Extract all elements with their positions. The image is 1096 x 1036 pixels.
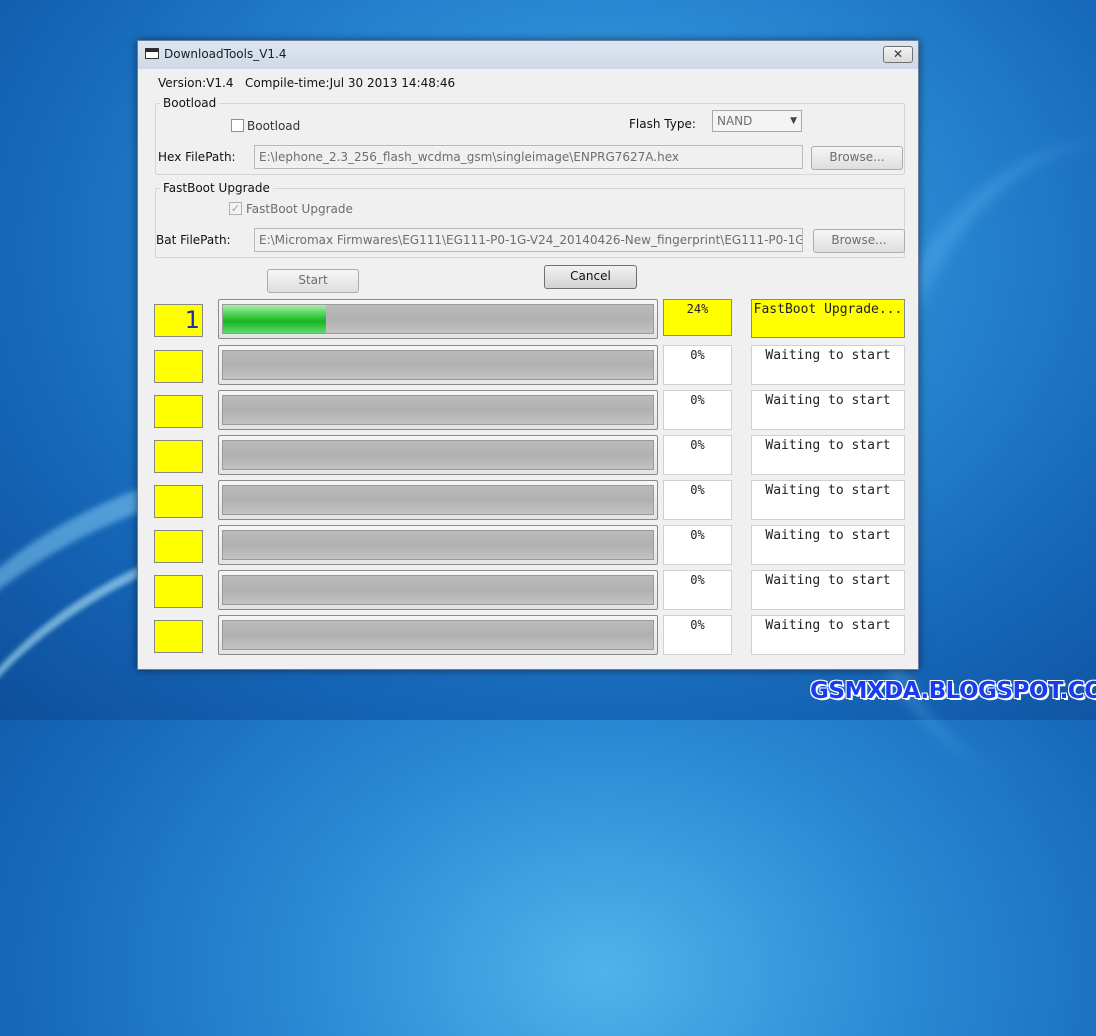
port-indicator <box>154 350 203 383</box>
window-title: DownloadTools_V1.4 <box>164 47 287 61</box>
port-percent: 24% <box>663 299 732 336</box>
start-button[interactable]: Start <box>267 269 359 293</box>
bootload-checkbox[interactable] <box>231 119 244 132</box>
fastboot-checkbox-label: FastBoot Upgrade <box>246 202 353 216</box>
progress-track <box>222 395 654 425</box>
download-tools-window: DownloadTools_V1.4 ✕ Version:V1.4 Compil… <box>137 40 919 670</box>
hex-browse-button[interactable]: Browse... <box>811 146 903 170</box>
port-status: Waiting to start <box>751 525 905 565</box>
port-status: Waiting to start <box>751 345 905 385</box>
progress-fill <box>223 305 327 333</box>
bootload-checkbox-label: Bootload <box>247 119 301 133</box>
close-button[interactable]: ✕ <box>883 46 913 63</box>
port-progress-bar <box>218 615 658 655</box>
flash-type-value: NAND <box>717 114 753 128</box>
progress-track <box>222 620 654 650</box>
bootload-group-label: Bootload <box>160 96 220 110</box>
hex-filepath-label: Hex FilePath: <box>158 150 236 164</box>
bat-browse-button[interactable]: Browse... <box>813 229 905 253</box>
title-bar[interactable]: DownloadTools_V1.4 ✕ <box>138 41 918 69</box>
progress-track <box>222 304 654 334</box>
watermark-text: GSMXDA.BLOGSPOT.COM <box>810 678 1096 704</box>
port-percent: 0% <box>663 570 732 610</box>
progress-track <box>222 350 654 380</box>
port-progress-bar <box>218 345 658 385</box>
port-progress-bar <box>218 390 658 430</box>
port-status: Waiting to start <box>751 390 905 430</box>
flash-type-label: Flash Type: <box>629 117 696 131</box>
port-indicator: 1 <box>154 304 203 337</box>
port-status: FastBoot Upgrade... <box>751 299 905 338</box>
port-percent: 0% <box>663 435 732 475</box>
port-progress-bar <box>218 435 658 475</box>
progress-track <box>222 530 654 560</box>
port-indicator <box>154 440 203 473</box>
port-indicator <box>154 485 203 518</box>
hex-filepath-input[interactable]: E:\lephone_2.3_256_flash_wcdma_gsm\singl… <box>254 145 803 169</box>
port-indicator <box>154 620 203 653</box>
version-label: Version:V1.4 <box>158 76 234 90</box>
port-status: Waiting to start <box>751 570 905 610</box>
port-percent: 0% <box>663 345 732 385</box>
progress-track <box>222 485 654 515</box>
port-percent: 0% <box>663 390 732 430</box>
progress-track <box>222 575 654 605</box>
port-indicator <box>154 530 203 563</box>
port-indicator <box>154 575 203 608</box>
compile-time-label: Compile-time:Jul 30 2013 14:48:46 <box>245 76 456 90</box>
port-percent: 0% <box>663 615 732 655</box>
port-progress-bar <box>218 299 658 339</box>
fastboot-group-label: FastBoot Upgrade <box>160 181 273 195</box>
port-progress-bar <box>218 525 658 565</box>
port-status: Waiting to start <box>751 480 905 520</box>
port-status: Waiting to start <box>751 435 905 475</box>
fastboot-checkbox[interactable]: ✓ <box>229 202 242 215</box>
port-status: Waiting to start <box>751 615 905 655</box>
dropdown-arrow-icon: ▼ <box>790 116 797 126</box>
flash-type-select[interactable]: NAND ▼ <box>712 110 802 132</box>
port-indicator <box>154 395 203 428</box>
port-percent: 0% <box>663 480 732 520</box>
app-window-icon <box>145 48 159 59</box>
progress-track <box>222 440 654 470</box>
port-percent: 0% <box>663 525 732 565</box>
port-progress-bar <box>218 570 658 610</box>
port-progress-bar <box>218 480 658 520</box>
bat-filepath-label: Bat FilePath: <box>156 233 231 247</box>
cancel-button[interactable]: Cancel <box>544 265 637 289</box>
bat-filepath-input[interactable]: E:\Micromax Firmwares\EG111\EG111-P0-1G-… <box>254 228 803 252</box>
